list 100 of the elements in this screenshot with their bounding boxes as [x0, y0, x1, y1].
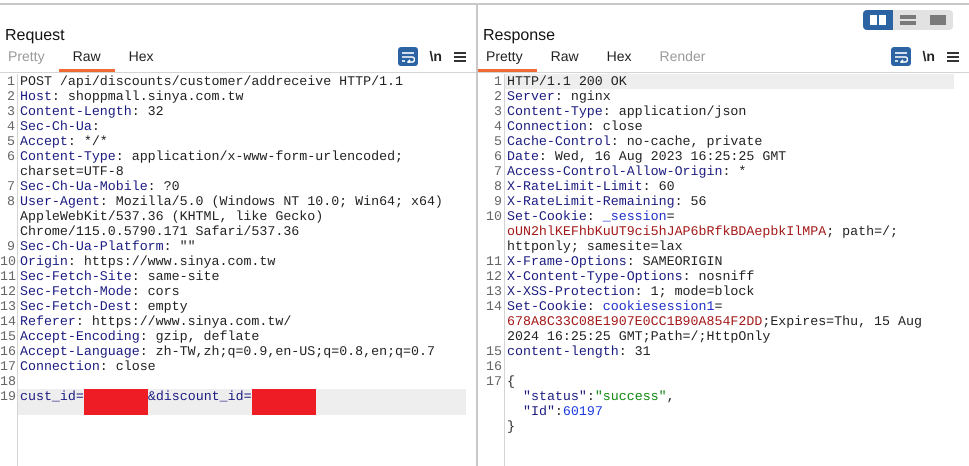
line-number: 7	[7, 179, 15, 194]
header-name: Origin	[20, 254, 68, 269]
code-text: : same-site	[132, 269, 220, 284]
code-text: : 1; mode=block	[634, 284, 754, 299]
header-name: Accept	[20, 134, 68, 149]
wrap-icon	[400, 50, 415, 62]
code-text: : https://www.sinya.com.tw/	[76, 314, 292, 329]
header-name: Date	[507, 149, 539, 164]
single-layout-icon	[930, 15, 946, 25]
line-number: 14	[486, 299, 502, 314]
code-text: ; path=/;	[826, 224, 898, 239]
line-number: 17	[486, 374, 502, 389]
line-number: 7	[494, 164, 502, 179]
line-number: 18	[0, 374, 16, 389]
cookie-name: cookiesession1	[602, 299, 714, 314]
code-text: : https://www.sinya.com.tw	[68, 254, 276, 269]
code-text: : Mozilla/5.0 (Windows NT 10.0; Win64; x64)	[100, 194, 443, 209]
code-text: :	[586, 209, 596, 224]
code-text: : SAMEORIGIN	[626, 254, 722, 269]
code-text: : application/x-www-form-urlencoded;	[116, 149, 404, 164]
code-text: : cors	[132, 284, 180, 299]
line-number: 11	[486, 254, 502, 269]
code-text: :	[586, 299, 596, 314]
tab[interactable]: Hex	[592, 48, 646, 72]
header-name: Referer	[20, 314, 76, 329]
code-text: ,	[666, 389, 675, 404]
menu-icon	[454, 50, 466, 62]
header-name: Access-Control-Allow-Origin	[507, 164, 722, 179]
json-number: 60197	[562, 404, 603, 419]
code-text: : Wed, 16 Aug 2023 16:25:25 GMT	[538, 149, 786, 164]
code-text: : empty	[132, 299, 188, 314]
code-text: 2024 16:25:25 GMT;Path=/;HttpOnly	[507, 329, 770, 344]
code-text: httponly; samesite=lax	[507, 239, 683, 254]
header-name: Connection	[507, 119, 587, 134]
header-name: Sec-Ch-Ua-Mobile	[20, 179, 148, 194]
line-number: 15	[486, 344, 502, 359]
cookie-value: 678A8C33C08E1907E0CC1B90A854F2DD	[507, 314, 762, 329]
code-text: : 31	[618, 344, 651, 359]
line-number: 6	[7, 149, 15, 164]
line-number: 10	[0, 254, 16, 269]
header-name: Sec-Fetch-Mode	[20, 284, 132, 299]
newline-toggle[interactable]: \n	[430, 46, 442, 67]
panel-title: Response	[483, 26, 556, 46]
header-name: Content-Type	[20, 149, 116, 164]
tab[interactable]: Hex	[114, 48, 168, 72]
line-number: 1	[494, 74, 502, 89]
line-number: 3	[494, 104, 502, 119]
line-number: 12	[0, 284, 16, 299]
code-text: : gzip, deflate	[140, 329, 260, 344]
code-text: =	[666, 209, 675, 224]
json-key: "Id"	[523, 404, 555, 419]
line-number: 16	[486, 359, 502, 374]
line-number: 5	[494, 134, 502, 149]
json-string: "success"	[594, 389, 667, 404]
cookie-value: oUN2hlKEFhbKuUT9ci5hJAP6bRfkBDAepbkIlMPA	[507, 224, 826, 239]
header-name: &discount_id=	[148, 389, 252, 404]
side-by-side-layout-icon	[870, 15, 886, 25]
menu-button[interactable]	[947, 50, 959, 62]
layout-toggle-button[interactable]	[863, 10, 893, 30]
code-text: : nginx	[554, 89, 611, 104]
code-text: ;Expires=Thu, 15 Aug	[762, 314, 922, 329]
code-text: : shoppmall.sinya.com.tw	[52, 89, 244, 104]
code-text: :	[92, 119, 100, 134]
redaction-block	[84, 389, 148, 415]
code-text: charset=UTF-8	[20, 164, 124, 179]
header-name: Connection	[20, 359, 100, 374]
tab[interactable]: Raw	[536, 48, 593, 72]
line-number: 4	[494, 119, 502, 134]
code-text: : *	[722, 164, 746, 179]
header-name: Server	[507, 89, 555, 104]
tab[interactable]: Raw	[58, 48, 115, 72]
panel-title: Request	[5, 26, 65, 46]
line-number: 13	[0, 299, 16, 314]
wrap-icon	[894, 50, 908, 62]
menu-icon	[947, 50, 959, 62]
line-number: 14	[0, 314, 16, 329]
header-name: content-length	[507, 344, 619, 359]
wrap-toggle-button[interactable]	[890, 47, 911, 66]
newline-toggle[interactable]: \n	[922, 46, 935, 67]
header-name: Set-Cookie	[507, 209, 587, 224]
line-number: 8	[494, 179, 502, 194]
line-number: 8	[7, 194, 15, 209]
header-name: Sec-Ch-Ua	[20, 119, 92, 134]
code-text: :	[586, 389, 595, 404]
header-name: Host	[20, 89, 52, 104]
header-name: Cache-Control	[507, 134, 611, 149]
code-text: : no-cache, private	[610, 134, 762, 149]
header-name: X-RateLimit-Remaining	[507, 194, 675, 209]
json-key: "status"	[523, 389, 587, 404]
line-number: 9	[494, 194, 502, 209]
line-number: 11	[0, 269, 16, 284]
header-name: Sec-Fetch-Dest	[20, 299, 132, 314]
menu-button[interactable]	[454, 50, 466, 62]
wrap-toggle-button[interactable]	[398, 47, 418, 66]
code-text: : application/json	[602, 104, 746, 119]
line-number: 16	[0, 344, 16, 359]
header-name: Content-Length	[20, 104, 132, 119]
line-number: 9	[7, 239, 15, 254]
code-text: Chrome/115.0.5790.171 Safari/537.36	[20, 224, 300, 239]
code-text: =	[714, 299, 722, 314]
